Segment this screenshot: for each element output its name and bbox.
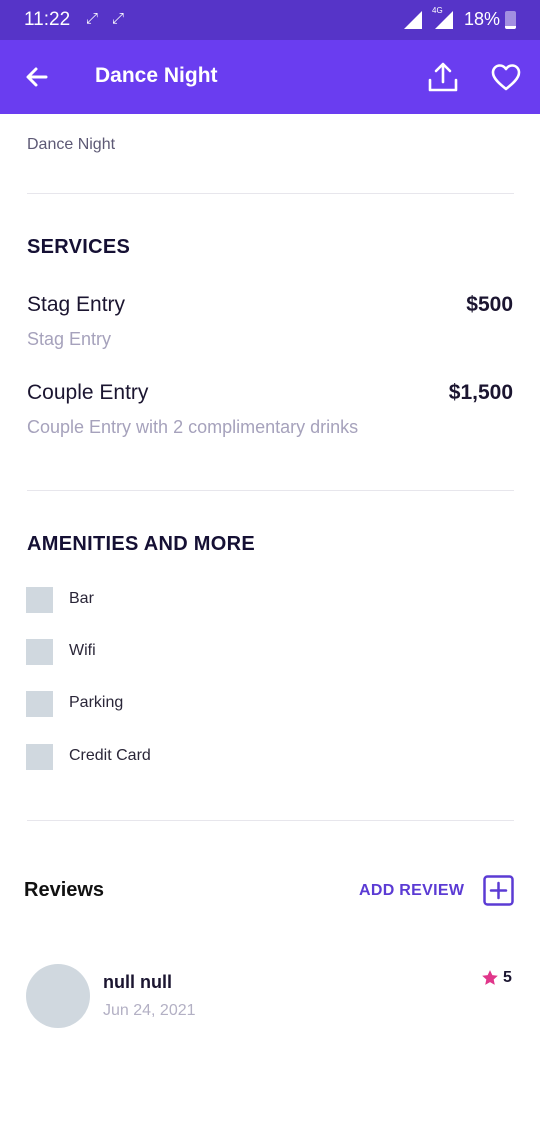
status-time: 11:22 — [24, 9, 71, 30]
battery-icon — [505, 11, 516, 29]
amenity-label: Bar — [69, 590, 94, 607]
divider — [27, 490, 514, 491]
signal-icon — [404, 11, 422, 29]
amenities-title: AMENITIES AND MORE — [27, 533, 255, 555]
amenity-icon-placeholder — [26, 587, 53, 613]
plus-box-icon — [483, 875, 514, 906]
services-title: SERVICES — [27, 236, 131, 258]
review-date: Jun 24, 2021 — [103, 1002, 196, 1019]
page-title: Dance Night — [95, 64, 218, 87]
rating-value: 5 — [503, 969, 512, 986]
service-name: Couple Entry — [27, 381, 149, 404]
divider — [27, 193, 514, 194]
app-bar: Dance Night — [0, 40, 540, 114]
service-price: $500 — [466, 293, 513, 316]
amenity-icon-placeholder — [26, 691, 53, 717]
service-price: $1,500 — [448, 381, 513, 404]
share-upload-icon[interactable] — [427, 60, 459, 94]
add-review-button[interactable]: ADD REVIEW — [359, 874, 515, 908]
divider — [27, 820, 514, 821]
sync-icon: ⤢ — [86, 10, 99, 27]
heart-icon[interactable] — [490, 62, 522, 92]
arrow-left-icon[interactable] — [22, 62, 52, 92]
add-review-label: ADD REVIEW — [359, 882, 465, 899]
event-subtitle: Dance Night — [27, 136, 116, 153]
battery-level — [505, 25, 516, 29]
reviewer-name: null null — [103, 972, 172, 992]
amenity-icon-placeholder — [26, 639, 53, 665]
reviews-title: Reviews — [24, 879, 105, 901]
service-description: Stag Entry — [27, 329, 112, 349]
status-bar: 11:22 ⤢ ⤢ 4G 18% — [0, 0, 540, 40]
battery-percentage: 18% — [464, 9, 501, 29]
service-name: Stag Entry — [27, 293, 126, 316]
amenity-label: Wifi — [69, 642, 96, 659]
service-description: Couple Entry with 2 complimentary drinks — [27, 417, 359, 437]
signal-icon — [435, 11, 453, 29]
avatar — [26, 964, 90, 1028]
amenity-label: Credit Card — [69, 747, 151, 764]
amenity-icon-placeholder — [26, 744, 53, 770]
amenity-label: Parking — [69, 694, 124, 711]
sync-icon: ⤢ — [112, 10, 125, 27]
star-icon — [482, 970, 498, 985]
